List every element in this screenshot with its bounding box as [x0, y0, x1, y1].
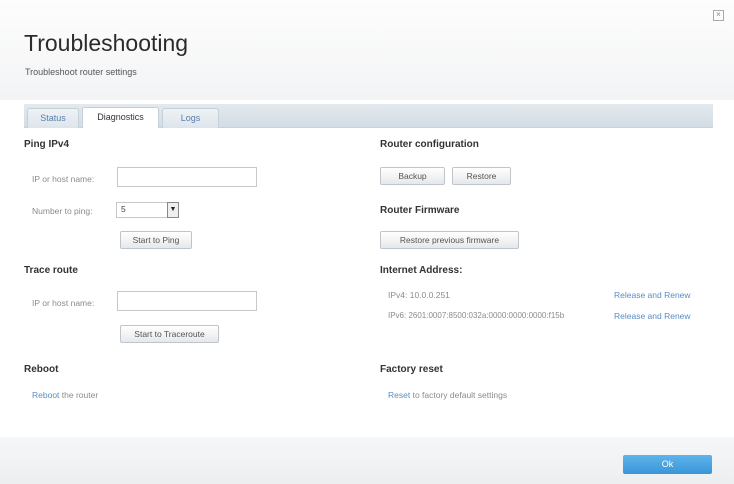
trace-section-title: Trace route	[24, 265, 78, 276]
trace-host-input[interactable]	[117, 291, 257, 311]
tab-logs[interactable]: Logs	[162, 108, 219, 128]
factory-reset-title: Factory reset	[380, 364, 443, 375]
chevron-down-icon[interactable]: ▼	[167, 202, 179, 218]
trace-host-label: IP or host name:	[32, 298, 95, 308]
number-to-ping-select[interactable]: 5 ▼	[116, 202, 179, 218]
release-renew-ipv6-link[interactable]: Release and Renew	[614, 311, 691, 321]
ping-section-title: Ping IPv4	[24, 139, 70, 150]
backup-button[interactable]: Backup	[380, 167, 445, 185]
ok-button[interactable]: Ok	[623, 455, 712, 474]
start-traceroute-button[interactable]: Start to Traceroute	[120, 325, 219, 343]
restore-button[interactable]: Restore	[452, 167, 511, 185]
restore-firmware-button[interactable]: Restore previous firmware	[380, 231, 519, 249]
ping-host-label: IP or host name:	[32, 174, 95, 184]
tab-status[interactable]: Status	[27, 108, 79, 128]
release-renew-ipv4-link[interactable]: Release and Renew	[614, 290, 691, 300]
reboot-text: Reboot the router	[32, 390, 98, 400]
factory-reset-text: Reset to factory default settings	[388, 390, 507, 400]
factory-reset-rest-text: to factory default settings	[410, 390, 508, 400]
number-to-ping-label: Number to ping:	[32, 206, 93, 216]
reboot-section-title: Reboot	[24, 364, 59, 375]
page-title: Troubleshooting	[24, 30, 189, 56]
page-subtitle: Troubleshoot router settings	[25, 67, 137, 77]
close-icon[interactable]: ×	[713, 10, 724, 21]
ping-host-input[interactable]	[117, 167, 257, 187]
number-to-ping-value: 5	[121, 204, 126, 214]
router-config-title: Router configuration	[380, 139, 479, 150]
ipv6-address: IPv6: 2601:0007:8500:032a:0000:0000:0000…	[388, 311, 565, 320]
reboot-rest-text: the router	[59, 390, 99, 400]
internet-address-title: Internet Address:	[380, 265, 463, 276]
reboot-link[interactable]: Reboot	[32, 390, 59, 400]
start-ping-button[interactable]: Start to Ping	[120, 231, 192, 249]
ipv4-address: IPv4: 10.0.0.251	[388, 290, 450, 300]
router-firmware-title: Router Firmware	[380, 205, 460, 216]
tab-bar: Status Diagnostics Logs	[24, 104, 713, 128]
factory-reset-link[interactable]: Reset	[388, 390, 410, 400]
tab-diagnostics[interactable]: Diagnostics	[82, 107, 159, 128]
